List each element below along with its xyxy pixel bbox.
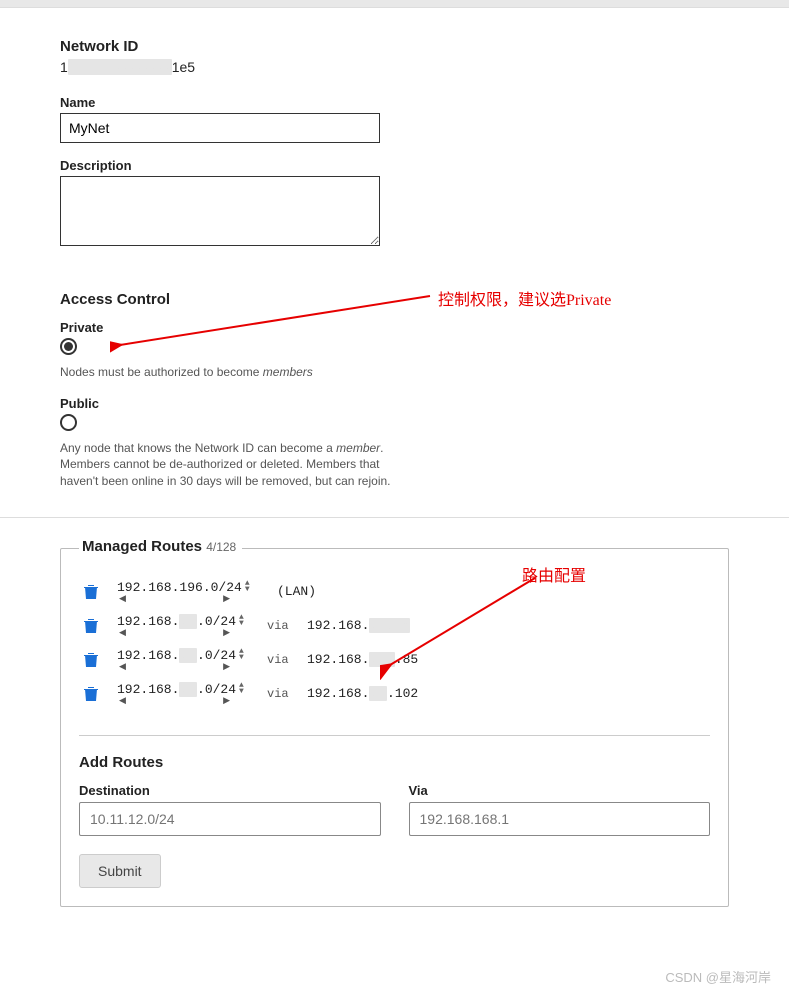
destination-label: Destination [79, 783, 381, 798]
public-help: Any node that knows the Network ID can b… [60, 440, 420, 489]
annotation-access-control: 控制权限，建议选Private [438, 286, 611, 310]
arrow-left-icon[interactable]: ◀ [119, 662, 126, 672]
public-label: Public [60, 396, 729, 411]
description-input[interactable] [60, 176, 380, 246]
route-row: 192.168.xx.0/24 ▲▼ ◀ ▶ via 192.168.xx.xx [79, 609, 710, 643]
trash-icon [84, 686, 98, 702]
delete-route-button[interactable] [83, 685, 99, 703]
divider [0, 517, 789, 518]
routes-divider [79, 735, 710, 736]
stepper-icon[interactable]: ▲▼ [239, 683, 244, 695]
route-destination: 192.168.xx.0/24 [117, 648, 236, 663]
name-label: Name [60, 95, 729, 110]
network-id-value: 1xxxxxx xxxxxxxx1e5 [60, 59, 729, 75]
route-via: 192.168.xx.xx [307, 618, 410, 633]
arrow-left-icon[interactable]: ◀ [119, 594, 126, 604]
route-row: 192.168.xx.0/24 ▲▼ ◀ ▶ via 192.168.xxx.85 [79, 643, 710, 677]
via-label: via [267, 619, 297, 633]
arrow-right-icon[interactable]: ▶ [223, 696, 230, 706]
arrow-right-icon[interactable]: ▶ [223, 662, 230, 672]
arrow-left-icon[interactable]: ◀ [119, 628, 126, 638]
route-destination: 192.168.xx.0/24 [117, 682, 236, 697]
add-routes-title: Add Routes [79, 754, 710, 771]
via-input[interactable] [409, 802, 711, 836]
access-control-title: Access Control [60, 291, 729, 308]
managed-routes-panel: Managed Routes 4/128 192.168.196.0/24 ▲▼… [60, 548, 729, 907]
route-via: 192.168.xx.102 [307, 686, 418, 701]
arrow-right-icon[interactable]: ▶ [223, 628, 230, 638]
arrow-right-icon[interactable]: ▶ [223, 594, 230, 604]
trash-icon [84, 584, 98, 600]
delete-route-button[interactable] [83, 651, 99, 669]
stepper-icon[interactable]: ▲▼ [245, 581, 250, 593]
via-label: via [267, 653, 297, 667]
delete-route-button[interactable] [83, 617, 99, 635]
annotation-routes: 路由配置 [522, 562, 586, 586]
trash-icon [84, 652, 98, 668]
private-radio[interactable] [60, 338, 77, 355]
route-destination: 192.168.196.0/24 [117, 580, 242, 595]
stepper-icon[interactable]: ▲▼ [239, 615, 244, 627]
arrow-left-icon[interactable]: ◀ [119, 696, 126, 706]
access-private-group[interactable]: Private Nodes must be authorized to beco… [60, 320, 729, 380]
private-label: Private [60, 320, 729, 335]
via-field-label: Via [409, 783, 711, 798]
route-via: 192.168.xxx.85 [307, 652, 418, 667]
description-label: Description [60, 158, 729, 173]
window-top-bar [0, 0, 789, 8]
submit-button[interactable]: Submit [79, 854, 161, 888]
network-id-label: Network ID [60, 38, 729, 55]
trash-icon [84, 618, 98, 634]
route-row: 192.168.196.0/24 ▲▼ ◀ ▶ (LAN) [79, 575, 710, 609]
destination-input[interactable] [79, 802, 381, 836]
access-public-group[interactable]: Public Any node that knows the Network I… [60, 396, 729, 489]
lan-indicator: (LAN) [277, 584, 316, 599]
stepper-icon[interactable]: ▲▼ [239, 649, 244, 661]
private-help: Nodes must be authorized to become membe… [60, 364, 420, 380]
route-destination: 192.168.xx.0/24 [117, 614, 236, 629]
via-label: via [267, 687, 297, 701]
delete-route-button[interactable] [83, 583, 99, 601]
routes-legend: Managed Routes 4/128 [79, 538, 242, 555]
route-row: 192.168.xx.0/24 ▲▼ ◀ ▶ via 192.168.xx.102 [79, 677, 710, 711]
public-radio[interactable] [60, 414, 77, 431]
name-input[interactable] [60, 113, 380, 143]
